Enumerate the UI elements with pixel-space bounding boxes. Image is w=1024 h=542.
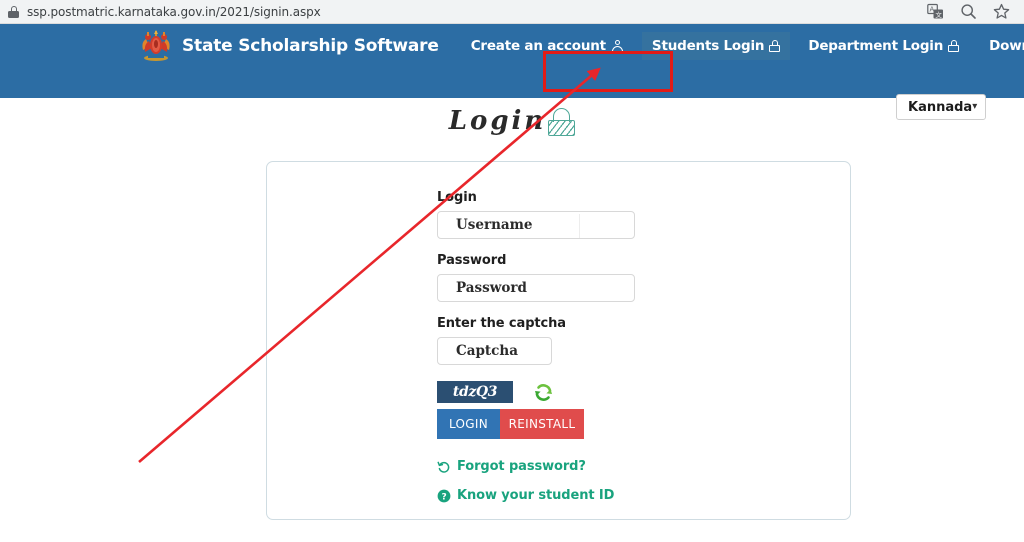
username-input[interactable]: Username	[437, 211, 635, 239]
nav-create-account[interactable]: Create an account	[461, 32, 634, 60]
refresh-icon[interactable]	[533, 382, 554, 403]
password-placeholder: Password	[456, 280, 527, 296]
nav-department-login[interactable]: Department Login	[798, 32, 969, 60]
nav-department-login-label: Department Login	[808, 38, 944, 54]
person-icon	[611, 39, 624, 53]
nav-download[interactable]: Download	[979, 32, 1024, 61]
captcha-label: Enter the captcha	[437, 316, 566, 331]
address-bar[interactable]: ssp.postmatric.karnataka.gov.in/2021/sig…	[0, 0, 927, 23]
login-button[interactable]: LOGIN	[437, 409, 500, 439]
page-title-wrapper: Login	[0, 98, 1024, 144]
login-button-label: LOGIN	[448, 417, 489, 431]
nav-download-label: Download	[989, 38, 1024, 54]
page-title: Login	[448, 106, 547, 136]
forgot-password-label: Forgot password?	[457, 459, 586, 474]
reinstall-button-label: REINSTALL	[508, 417, 576, 431]
nav-students-login-label: Students Login	[651, 38, 765, 54]
forgot-password-link[interactable]: Forgot password?	[437, 459, 757, 474]
refresh-icon	[437, 460, 451, 474]
browser-actions: A 文	[927, 3, 1024, 20]
captcha-image: tdzQ3	[437, 381, 513, 403]
padlock-icon	[548, 108, 576, 136]
search-icon[interactable]	[960, 3, 977, 20]
lock-icon	[948, 40, 960, 52]
lock-icon	[8, 5, 19, 18]
input-divider	[579, 214, 580, 238]
nav-students-login[interactable]: Students Login	[641, 32, 791, 60]
lock-icon	[769, 40, 781, 52]
captcha-input[interactable]: Captcha	[437, 337, 552, 365]
question-circle-icon: ?	[437, 489, 451, 503]
captcha-text: tdzQ3	[452, 384, 498, 400]
svg-text:?: ?	[441, 492, 446, 502]
browser-toolbar: ssp.postmatric.karnataka.gov.in/2021/sig…	[0, 0, 1024, 24]
username-placeholder: Username	[456, 217, 533, 233]
brand[interactable]: State Scholarship Software	[139, 30, 439, 62]
know-student-id-link[interactable]: ? Know your student ID	[437, 488, 757, 503]
reinstall-button[interactable]: REINSTALL	[500, 409, 584, 439]
brand-title: State Scholarship Software	[182, 36, 439, 56]
login-label: Login	[437, 190, 477, 205]
karnataka-state-emblem	[139, 30, 173, 62]
svg-text:文: 文	[935, 10, 942, 19]
main-navigation: State Scholarship Software Create an acc…	[0, 24, 1024, 68]
captcha-placeholder: Captcha	[456, 343, 518, 359]
know-student-id-label: Know your student ID	[457, 488, 615, 503]
site-header: State Scholarship Software Create an acc…	[0, 24, 1024, 120]
bookmark-star-icon[interactable]	[993, 3, 1010, 20]
button-row: LOGIN REINSTALL	[437, 409, 757, 439]
login-form: Login Username Password Password Enter t…	[437, 190, 757, 503]
translate-icon[interactable]: A 文	[927, 3, 944, 20]
nav-create-account-label: Create an account	[470, 38, 606, 54]
captcha-row: tdzQ3	[437, 381, 757, 403]
password-input[interactable]: Password	[437, 274, 635, 302]
url-text: ssp.postmatric.karnataka.gov.in/2021/sig…	[27, 4, 321, 19]
password-label: Password	[437, 253, 507, 268]
